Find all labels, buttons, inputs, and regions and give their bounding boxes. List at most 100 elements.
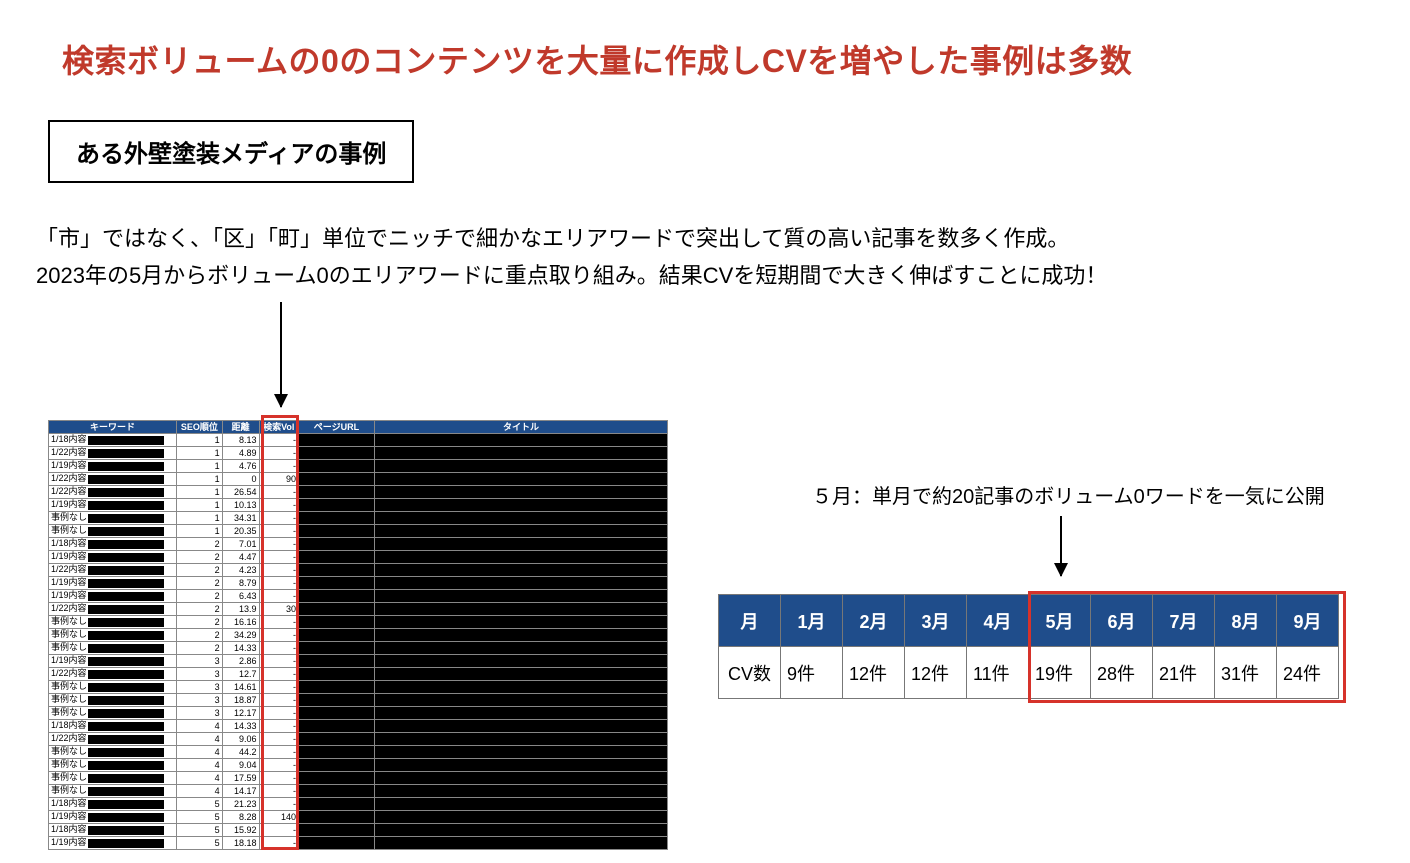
table-row: 1/22内容213.930 [49, 603, 668, 616]
cell-url-redacted [298, 785, 374, 798]
cell-title-redacted [374, 447, 667, 460]
cell-dist: 16.16 [222, 616, 259, 629]
table-row: 1/19内容518.18- [49, 837, 668, 850]
spreadsheet-table: キーワード SEO順位 距離 検索Vol ページURL タイトル 1/18内容1… [48, 420, 668, 850]
table-row: 1/22内容14.89- [49, 447, 668, 460]
cell-vol: - [259, 785, 298, 798]
cell-url-redacted [298, 590, 374, 603]
cell-date: 事例なし [49, 616, 177, 629]
cell-dist: 12.17 [222, 707, 259, 720]
cell-vol: - [259, 460, 298, 473]
cell-rank: 3 [177, 655, 223, 668]
cell-title-redacted [374, 707, 667, 720]
cell-dist: 14.33 [222, 642, 259, 655]
cell-vol: - [259, 577, 298, 590]
cell-dist: 8.28 [222, 811, 259, 824]
table-row: 1/22内容1090 [49, 473, 668, 486]
cell-vol: - [259, 824, 298, 837]
cell-rank: 1 [177, 447, 223, 460]
cell-url-redacted [298, 460, 374, 473]
cell-date: 事例なし [49, 759, 177, 772]
cell-dist: 9.06 [222, 733, 259, 746]
cell-date: 事例なし [49, 772, 177, 785]
cell-dist: 20.35 [222, 525, 259, 538]
table-row: 事例なし312.17- [49, 707, 668, 720]
table-row: 1/18内容414.33- [49, 720, 668, 733]
cell-title-redacted [374, 655, 667, 668]
cell-url-redacted [298, 668, 374, 681]
cell-dist: 18.87 [222, 694, 259, 707]
cell-date: 事例なし [49, 629, 177, 642]
page-title: 検索ボリュームの0のコンテンツを大量に作成しCVを増やした事例は多数 [62, 36, 1132, 82]
table-header-row: キーワード SEO順位 距離 検索Vol ページURL タイトル [49, 421, 668, 434]
cv-month-header: 7月 [1153, 595, 1215, 647]
header-search-vol: 検索Vol [259, 421, 298, 434]
cell-rank: 5 [177, 824, 223, 837]
cell-rank: 2 [177, 538, 223, 551]
cv-value-cell: 21件 [1153, 647, 1215, 699]
cell-vol: - [259, 590, 298, 603]
cell-date: 1/18内容 [49, 538, 177, 551]
cell-dist: 0 [222, 473, 259, 486]
cv-value-cell: 12件 [905, 647, 967, 699]
cv-monthly-table: 月 1月 2月 3月 4月 5月 6月 7月 8月 9月 CV数 9件 12件 … [718, 594, 1339, 699]
cell-url-redacted [298, 525, 374, 538]
cell-date: 1/18内容 [49, 798, 177, 811]
cell-title-redacted [374, 785, 667, 798]
cell-vol: - [259, 616, 298, 629]
cell-rank: 4 [177, 720, 223, 733]
arrow-down-icon [1060, 516, 1062, 576]
body-line-2: 2023年の5月からボリューム0のエリアワードに重点取り組み。結果CVを短期間で… [36, 263, 1107, 288]
cell-dist: 7.01 [222, 538, 259, 551]
cell-rank: 2 [177, 590, 223, 603]
cell-date: 1/19内容 [49, 837, 177, 850]
cell-dist: 13.9 [222, 603, 259, 616]
cell-dist: 26.54 [222, 486, 259, 499]
cell-date: 1/22内容 [49, 564, 177, 577]
table-row: 事例なし134.31- [49, 512, 668, 525]
cv-month-header: 3月 [905, 595, 967, 647]
cell-vol: - [259, 447, 298, 460]
cell-url-redacted [298, 616, 374, 629]
cell-vol: - [259, 551, 298, 564]
cell-date: 1/22内容 [49, 603, 177, 616]
cell-dist: 6.43 [222, 590, 259, 603]
table-row: 1/19内容14.76- [49, 460, 668, 473]
header-keyword: キーワード [49, 421, 177, 434]
cell-date: 1/19内容 [49, 551, 177, 564]
cell-dist: 2.86 [222, 655, 259, 668]
cell-vol: - [259, 733, 298, 746]
cell-rank: 5 [177, 811, 223, 824]
cell-date: 1/22内容 [49, 447, 177, 460]
cell-rank: 3 [177, 707, 223, 720]
cell-url-redacted [298, 434, 374, 447]
cell-dist: 34.29 [222, 629, 259, 642]
table-row: 1/22内容312.7- [49, 668, 668, 681]
cell-rank: 2 [177, 551, 223, 564]
cell-vol: - [259, 525, 298, 538]
cell-title-redacted [374, 512, 667, 525]
cell-rank: 2 [177, 564, 223, 577]
table-row: 事例なし417.59- [49, 772, 668, 785]
table-row: 1/18内容521.23- [49, 798, 668, 811]
cv-value-cell: 24件 [1277, 647, 1339, 699]
cell-date: 事例なし [49, 785, 177, 798]
table-row: 事例なし216.16- [49, 616, 668, 629]
cell-rank: 2 [177, 642, 223, 655]
cell-title-redacted [374, 486, 667, 499]
cell-date: 事例なし [49, 512, 177, 525]
cell-vol: 90 [259, 473, 298, 486]
cell-url-redacted [298, 772, 374, 785]
cell-url-redacted [298, 811, 374, 824]
cv-data-row: CV数 9件 12件 12件 11件 19件 28件 21件 31件 24件 [719, 647, 1339, 699]
cell-vol: - [259, 564, 298, 577]
cell-title-redacted [374, 577, 667, 590]
cell-rank: 5 [177, 798, 223, 811]
cell-date: 事例なし [49, 525, 177, 538]
cell-date: 1/22内容 [49, 733, 177, 746]
cell-vol: - [259, 512, 298, 525]
cell-vol: - [259, 681, 298, 694]
cell-rank: 1 [177, 460, 223, 473]
cell-date: 1/22内容 [49, 486, 177, 499]
cell-date: 1/19内容 [49, 577, 177, 590]
